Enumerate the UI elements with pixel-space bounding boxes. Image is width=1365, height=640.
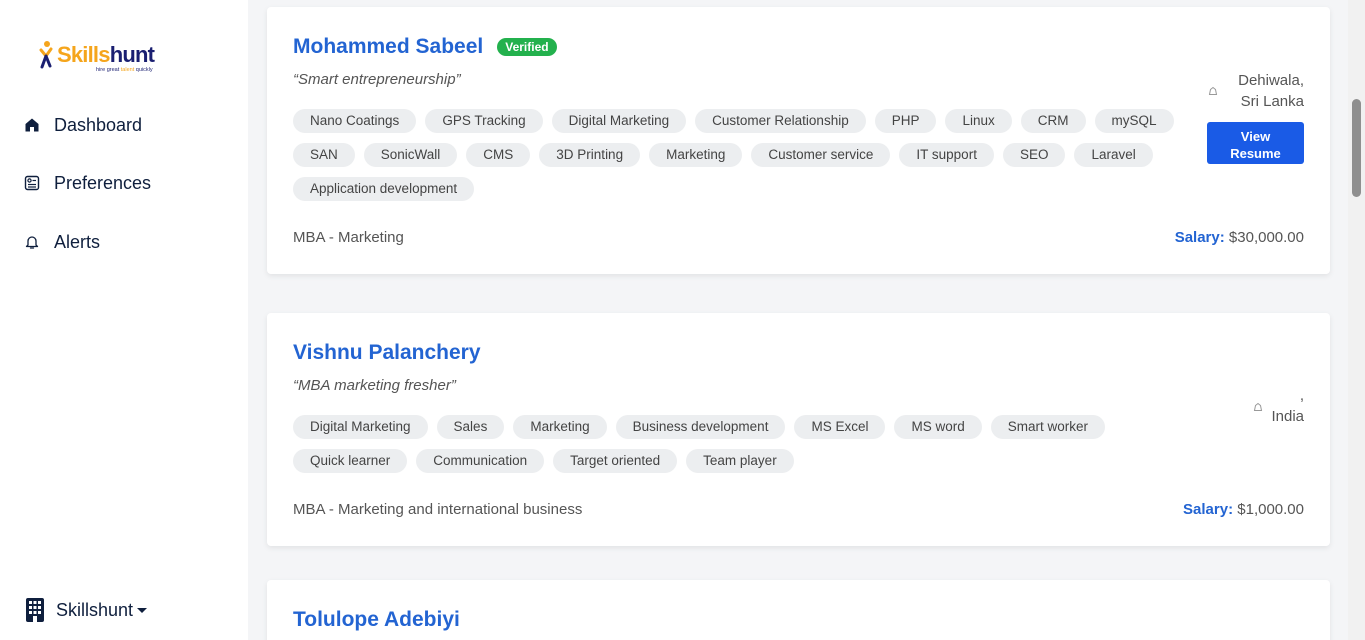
- skill-tag: 3D Printing: [539, 143, 641, 167]
- location-pin-icon: [1253, 402, 1263, 411]
- candidate-header: Mohammed Sabeel Verified: [293, 35, 557, 59]
- page-scrollbar[interactable]: [1348, 0, 1365, 640]
- candidate-tagline: “Smart entrepreneurship”: [293, 71, 461, 88]
- location-city: ,: [1299, 387, 1304, 404]
- bell-icon: [22, 232, 42, 252]
- skill-tag: Sales: [436, 415, 505, 439]
- candidate-card: Vishnu Palanchery “MBA marketing fresher…: [267, 313, 1330, 546]
- location-country: Sri Lanka: [1240, 93, 1304, 110]
- sidebar-item-dashboard[interactable]: Dashboard: [22, 110, 232, 140]
- candidate-name[interactable]: Mohammed Sabeel: [293, 35, 483, 59]
- building-icon: [26, 598, 44, 622]
- candidate-location: Dehiwala, Sri Lanka: [1238, 70, 1304, 112]
- sidebar-item-label: Alerts: [54, 231, 101, 252]
- salary-value: $30,000.00: [1228, 229, 1304, 246]
- candidate-name[interactable]: Vishnu Palanchery: [293, 341, 481, 365]
- candidate-tagline: “MBA marketing fresher”: [293, 377, 456, 394]
- salary-value: $1,000.00: [1237, 501, 1304, 518]
- skill-tag: PHP: [874, 109, 937, 133]
- chevron-down-icon: [137, 607, 148, 613]
- skill-tag: mySQL: [1094, 109, 1174, 133]
- skill-tag: CRM: [1020, 109, 1086, 133]
- candidate-salary: Salary: $30,000.00: [1175, 229, 1304, 246]
- skill-tag: Communication: [416, 449, 545, 473]
- logo-figure-icon: [39, 41, 53, 69]
- skill-tag: Marketing: [513, 415, 607, 439]
- skill-tag: GPS Tracking: [425, 109, 543, 133]
- salary-label: Salary:: [1183, 501, 1234, 518]
- candidate-header: Vishnu Palanchery: [293, 341, 481, 365]
- home-icon: [22, 115, 42, 135]
- candidate-degree: MBA - Marketing: [293, 229, 404, 246]
- skill-tag: Target oriented: [553, 449, 678, 473]
- candidate-degree: MBA - Marketing and international busine…: [293, 501, 583, 518]
- salary-label: Salary:: [1174, 229, 1225, 246]
- skill-tag: Digital Marketing: [551, 109, 687, 133]
- candidate-card: Mohammed Sabeel Verified “Smart entrepre…: [267, 7, 1330, 274]
- skill-tag: Team player: [686, 449, 794, 473]
- scrollbar-thumb[interactable]: [1352, 99, 1361, 197]
- button-label-line1: View: [1240, 129, 1271, 144]
- logo-wordmark: Skillshunt: [57, 42, 155, 67]
- skill-tag: Quick learner: [293, 449, 408, 473]
- skill-tag: Laravel: [1074, 143, 1153, 167]
- skill-tag: Digital Marketing: [293, 415, 428, 439]
- candidate-location: , India: [1271, 385, 1304, 427]
- skill-tag: SonicWall: [363, 143, 458, 167]
- skill-tag: Smart worker: [990, 415, 1105, 439]
- candidate-salary: Salary: $1,000.00: [1183, 501, 1304, 518]
- location-pin-icon: [1208, 86, 1218, 95]
- verified-badge: Verified: [497, 38, 557, 56]
- skill-tag: Marketing: [649, 143, 743, 167]
- candidate-header: Tolulope Adebiyi: [293, 608, 460, 632]
- skills-list: Nano Coatings GPS Tracking Digital Marketi…: [293, 109, 1213, 201]
- location-city: Dehiwala,: [1238, 72, 1304, 89]
- skill-tag: MS word: [894, 415, 982, 439]
- organization-switcher[interactable]: Skillshunt: [24, 597, 148, 623]
- sidebar: Skillshunt hire great talent quickly Das…: [0, 0, 248, 640]
- sidebar-item-alerts[interactable]: Alerts: [22, 227, 232, 257]
- skill-tag: Customer Relationship: [695, 109, 866, 133]
- skill-tag: CMS: [466, 143, 531, 167]
- skill-tag: Application development: [293, 177, 475, 201]
- sidebar-item-preferences[interactable]: Preferences: [22, 168, 232, 198]
- skill-tag: Business development: [615, 415, 786, 439]
- sidebar-item-label: Dashboard: [54, 114, 143, 135]
- view-resume-button[interactable]: View Resume: [1207, 122, 1304, 164]
- skill-tag: SAN: [293, 143, 355, 167]
- skill-tag: MS Excel: [794, 415, 886, 439]
- skill-tag: Nano Coatings: [293, 109, 417, 133]
- candidate-name[interactable]: Tolulope Adebiyi: [293, 608, 460, 632]
- skill-tag: Linux: [945, 109, 1012, 133]
- preferences-icon: [22, 173, 42, 193]
- sidebar-item-label: Preferences: [54, 172, 152, 193]
- sidebar-nav: Dashboard Preferences Alerts: [22, 110, 232, 285]
- location-country: India: [1271, 408, 1304, 425]
- skillshunt-logo[interactable]: Skillshunt hire great talent quickly: [36, 38, 166, 78]
- skill-tag: SEO: [1002, 143, 1066, 167]
- candidate-list: Mohammed Sabeel Verified “Smart entrepre…: [248, 0, 1348, 640]
- button-label-line2: Resume: [1230, 146, 1281, 161]
- skills-list: Digital Marketing Sales Marketing Business …: [293, 415, 1213, 473]
- logo-tagline: hire great talent quickly: [96, 67, 153, 73]
- skill-tag: IT support: [899, 143, 994, 167]
- skill-tag: Customer service: [751, 143, 891, 167]
- candidate-card: Tolulope Adebiyi: [267, 580, 1330, 640]
- organization-name: Skillshunt: [56, 599, 134, 620]
